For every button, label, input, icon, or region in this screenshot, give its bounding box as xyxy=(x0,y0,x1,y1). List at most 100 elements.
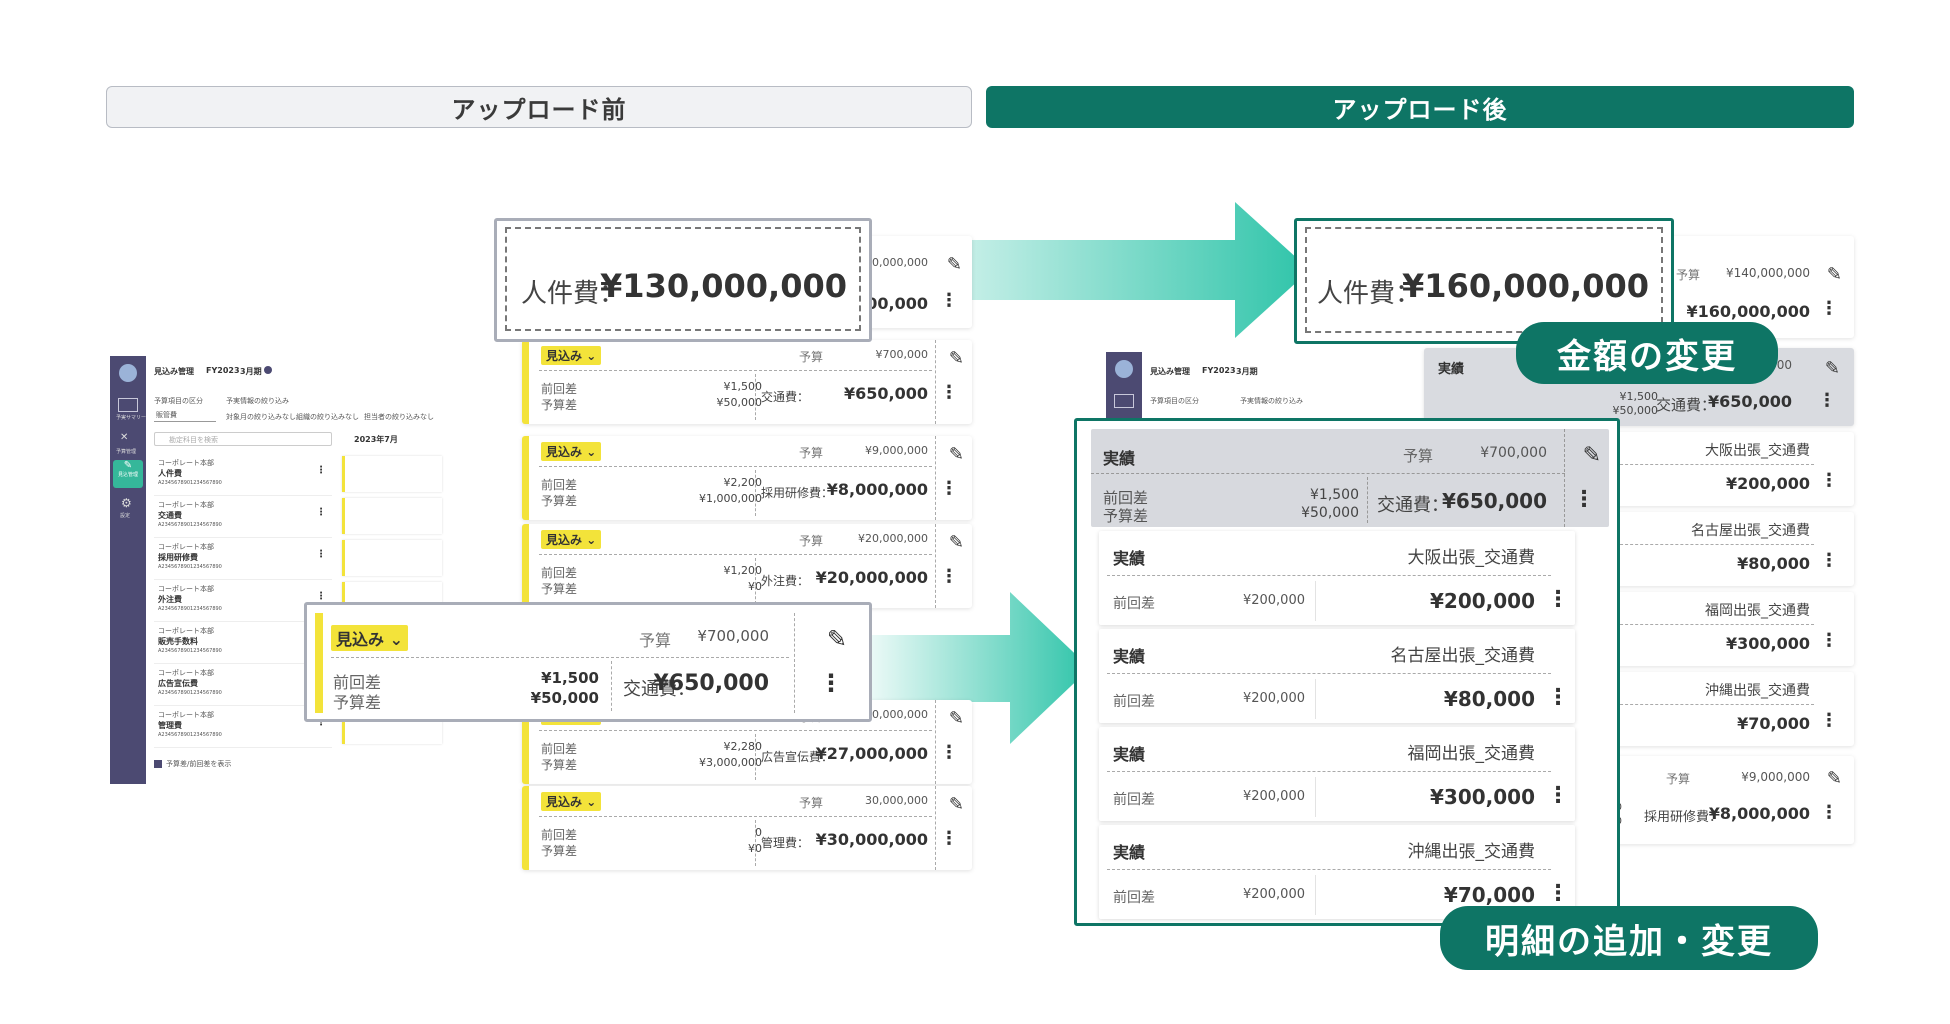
month-filter[interactable]: 対象月の絞り込みなし xyxy=(226,412,296,422)
diff-label: 予算差 xyxy=(541,758,578,772)
kebab-icon[interactable]: ⋮ xyxy=(940,384,958,402)
prev-label: 前回差 xyxy=(541,478,578,492)
kebab-icon[interactable]: ⋮ xyxy=(316,508,326,518)
item-name: 管理費： xyxy=(761,836,810,850)
kebab-icon[interactable]: ⋮ xyxy=(1573,489,1595,511)
edit-icon[interactable]: ✎ xyxy=(1827,768,1842,789)
kebab-icon[interactable]: ⋮ xyxy=(1820,632,1838,650)
show-diff-checkbox[interactable] xyxy=(154,760,162,768)
amount-change-pill: 金額の変更 xyxy=(1516,322,1778,384)
detail-change-pill: 明細の追加・変更 xyxy=(1440,906,1818,970)
edit-icon[interactable]: ✎ xyxy=(949,708,964,729)
account-code: A23456789012345678​90 xyxy=(158,480,222,486)
budget-icon[interactable]: ✕ xyxy=(120,432,136,444)
detail-name: 名古屋出張_交通費 xyxy=(1691,523,1810,539)
prev-label: 前回差 xyxy=(1113,596,1155,612)
account-name: 採用研修費 xyxy=(158,553,198,562)
list-item[interactable]: コーポレート本部 交通費 A23456789012345678​90 ⋮ xyxy=(154,498,332,538)
edit-icon[interactable]: ✎ xyxy=(949,532,964,553)
info-icon[interactable] xyxy=(264,366,272,374)
edit-icon[interactable]: ✎ xyxy=(827,625,847,653)
diff-value: ¥50,000 xyxy=(1612,404,1659,417)
budget-label: 予算 xyxy=(799,534,824,548)
account-name: 販売手数料 xyxy=(158,637,198,646)
kebab-icon[interactable]: ⋮ xyxy=(940,744,958,762)
kebab-icon[interactable]: ⋮ xyxy=(316,592,326,602)
prev-label: 前回差 xyxy=(541,828,578,842)
amount-value: ¥650,000 xyxy=(1441,489,1547,513)
account-code: A23456789012345678​90 xyxy=(158,564,222,570)
kebab-icon[interactable]: ⋮ xyxy=(1547,883,1569,905)
list-item[interactable]: コーポレート本部 採用研修費 A23456789012345678​90 ⋮ xyxy=(154,540,332,580)
org-filter[interactable]: 組織の絞り込みなし xyxy=(296,412,359,422)
edit-icon[interactable]: ✎ xyxy=(947,254,962,275)
app-title: 見込み管理 xyxy=(154,367,194,376)
kebab-icon[interactable]: ⋮ xyxy=(940,568,958,586)
kebab-icon[interactable]: ⋮ xyxy=(819,671,843,695)
budget-label: 予算 xyxy=(1676,268,1701,282)
prev-value: ¥1,200 xyxy=(723,564,763,577)
amount-value: ¥300,000 xyxy=(1429,785,1535,809)
list-item[interactable]: コーポレート本部 人件費 A23456789012345678​90 ⋮ xyxy=(154,456,332,496)
nav-forecast-active[interactable]: ✎ 見込管理 xyxy=(113,460,143,488)
kebab-icon[interactable]: ⋮ xyxy=(1547,687,1569,709)
mini-card xyxy=(342,540,442,576)
kebab-icon[interactable]: ⋮ xyxy=(940,830,958,848)
kebab-icon[interactable]: ⋮ xyxy=(1547,589,1569,611)
budget-label: 予算 xyxy=(799,796,824,810)
kebab-icon[interactable]: ⋮ xyxy=(1818,392,1836,410)
budget-value: ¥9,000,000 xyxy=(1741,770,1810,784)
detail-name: 沖縄出張_交通費 xyxy=(1407,842,1536,862)
status-tag: 実績 xyxy=(1113,745,1146,764)
kebab-icon[interactable]: ⋮ xyxy=(1820,300,1838,318)
account-name: 外注費 xyxy=(158,595,182,604)
item-name: 交通費： xyxy=(1377,495,1449,516)
edit-icon[interactable]: ✎ xyxy=(1827,264,1842,285)
kebab-icon[interactable]: ⋮ xyxy=(1820,552,1838,570)
info-filter-label: 予実情報の絞り込み xyxy=(226,397,289,405)
budget-value: ¥9,000,000 xyxy=(865,444,928,457)
edit-icon[interactable]: ✎ xyxy=(949,794,964,815)
owner-filter[interactable]: 担当者の絞り込みなし xyxy=(364,412,434,422)
item-name: 採用研修費： xyxy=(761,486,834,500)
kebab-icon[interactable]: ⋮ xyxy=(316,550,326,560)
period: 3月期 xyxy=(1236,367,1258,376)
summary-icon[interactable] xyxy=(1114,394,1134,408)
item-name: 外注費： xyxy=(761,574,810,588)
kebab-icon[interactable]: ⋮ xyxy=(1547,785,1569,807)
kebab-icon[interactable]: ⋮ xyxy=(316,466,326,476)
sidebar: 予実サマリー ✕ 予算管理 ✎ 見込管理 ⚙ 設定 xyxy=(110,356,146,784)
org-name: コーポレート本部 xyxy=(158,711,214,719)
search-input[interactable]: 勘定科目を検索 xyxy=(154,432,332,446)
sidebar xyxy=(1106,352,1142,422)
detail-card: 福岡出張_交通費 ¥300,000 ⋮ xyxy=(1610,592,1854,666)
before-header: アップロード前 xyxy=(106,86,972,128)
amount-value: ¥80,000 xyxy=(1443,687,1535,711)
status-tag: 見込み ⌄ xyxy=(541,530,602,549)
category-select[interactable]: 販管費 xyxy=(154,408,216,422)
recruit-card: 予算 ¥9,000,000 200 000 採用研修費： ¥8,000,000 … xyxy=(1603,756,1854,844)
prev-value: ¥1,500 xyxy=(723,380,763,393)
account-code: A23456789012345678​90 xyxy=(158,732,222,738)
fiscal-year: FY2023 xyxy=(206,366,240,375)
detail-name: 名古屋出張_交通費 xyxy=(1390,646,1536,666)
kebab-icon[interactable]: ⋮ xyxy=(940,292,958,310)
detail-name: 大阪出張_交通費 xyxy=(1407,548,1536,568)
summary-icon[interactable] xyxy=(118,398,138,412)
diff-label: 予算差 xyxy=(541,582,578,596)
gear-icon[interactable]: ⚙ xyxy=(121,496,132,510)
kebab-icon[interactable]: ⋮ xyxy=(1820,712,1838,730)
amount-value: ¥70,000 xyxy=(1443,883,1535,907)
detail-card: 実績 福岡出張_交通費 前回差 ¥200,000 ¥300,000 ⋮ xyxy=(1099,727,1575,821)
diff-value: ¥1,000,000 xyxy=(699,492,762,505)
kebab-icon[interactable]: ⋮ xyxy=(1820,472,1838,490)
detail-card: 名古屋出張_交通費 ¥80,000 ⋮ xyxy=(1610,512,1854,586)
edit-icon[interactable]: ✎ xyxy=(1825,358,1840,379)
amount-value: ¥650,000 xyxy=(843,384,928,403)
detail-name: 福岡出張_交通費 xyxy=(1407,744,1536,764)
kebab-icon[interactable]: ⋮ xyxy=(940,480,958,498)
kebab-icon[interactable]: ⋮ xyxy=(1820,804,1838,822)
edit-icon[interactable]: ✎ xyxy=(949,444,964,465)
edit-icon[interactable]: ✎ xyxy=(1583,443,1601,468)
edit-icon[interactable]: ✎ xyxy=(949,348,964,369)
